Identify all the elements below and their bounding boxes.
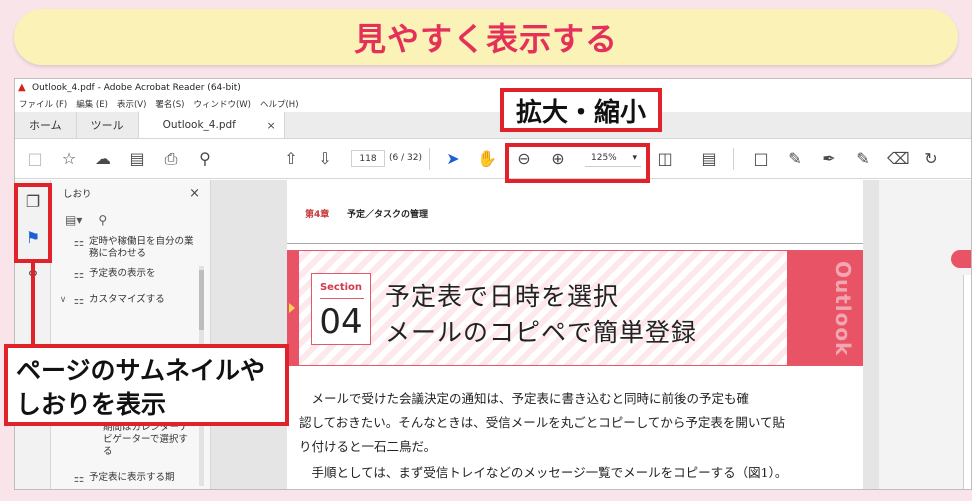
pdf-page: 第4章 予定／タスクの管理 Section 04 予定表で日時を選択 メールのコ… (287, 180, 863, 489)
print-icon[interactable]: ⎙ (161, 150, 181, 168)
tab-document-label: Outlook_4.pdf (162, 119, 236, 131)
page-count: (6 / 32) (389, 153, 422, 163)
close-tab-icon[interactable]: × (266, 119, 275, 132)
save-icon[interactable]: □ (25, 150, 45, 168)
menu-bar: ファイル (F) 編集 (E) 表示(V) 署名(S) ウィンドウ(W) ヘルプ… (15, 96, 971, 112)
menu-edit[interactable]: 編集 (E) (76, 98, 108, 110)
tab-bar: ホーム ツール Outlook_4.pdf × (15, 112, 971, 139)
body-line: 認しておきたい。そんなときは、受信メールを丸ごとコピーしてから予定表を開いて貼 (299, 415, 786, 430)
file-lock-icon[interactable]: ▤ (127, 150, 147, 168)
section-badge: Section 04 (311, 273, 371, 345)
zoom-callout-text: 拡大・縮小 (515, 97, 646, 128)
comment-icon[interactable]: □ (751, 150, 771, 168)
thumbnails-callout-line1: ページのサムネイルや (16, 356, 266, 385)
chevron-down-icon: ▾ (632, 153, 637, 163)
zoom-callout: 拡大・縮小 (500, 88, 662, 132)
bookmark-item[interactable]: ∨ ⚏ カスタマイズする (57, 294, 197, 306)
side-word: Outlook (831, 261, 855, 357)
search-icon[interactable]: ⚲ (195, 150, 215, 168)
rotate-icon[interactable]: ↻ (921, 150, 941, 168)
bookmark-item[interactable]: ⚏ 予定表の表示を (57, 268, 197, 280)
bookmark-flag-icon: ⚏ (73, 235, 85, 249)
zoom-value: 125% (591, 153, 617, 163)
draw-icon[interactable]: ✒ (819, 150, 839, 168)
tab-home[interactable]: ホーム (15, 112, 77, 138)
menu-help[interactable]: ヘルプ(H) (260, 98, 299, 110)
stamp-icon[interactable]: ✎ (853, 150, 873, 168)
page-down-icon[interactable]: ⇩ (315, 150, 335, 168)
page-up-icon[interactable]: ⇧ (281, 150, 301, 168)
bookmark-flag-icon: ⚏ (73, 267, 85, 281)
zoom-select[interactable]: 125% ▾ (585, 150, 641, 167)
body-line: り付けると一石二鳥だ。 (299, 439, 437, 454)
bookmarks-options: ▤▾ ⚲ (51, 206, 210, 234)
title-banner: 見やすく表示する (14, 9, 958, 65)
find-bookmark-icon[interactable]: ⚲ (98, 213, 107, 227)
bookmark-item[interactable]: 期間はカレンダーナビゲーターで選択する (103, 422, 197, 458)
menu-file[interactable]: ファイル (F) (19, 98, 67, 110)
zoom-in-icon[interactable]: ⊕ (548, 150, 568, 168)
bookmarks-header: しおり × (51, 180, 210, 206)
toolbar-divider (429, 148, 430, 170)
bookmark-flag-icon: ⚏ (73, 293, 85, 307)
divider (287, 243, 863, 244)
upload-cloud-icon[interactable]: ☁ (93, 150, 113, 168)
tab-tools[interactable]: ツール (77, 112, 139, 138)
close-icon[interactable]: × (189, 186, 200, 201)
acrobat-window: ▲ Outlook_4.pdf - Adobe Acrobat Reader (… (14, 78, 972, 490)
bookmarks-panel: しおり × ▤▾ ⚲ ⚏ 定時や稼働日を自分の業務に合わせる ⚏ 予定表の表示を… (51, 180, 211, 489)
banner-title: 見やすく表示する (353, 20, 618, 58)
chapter-title: 予定／タスクの管理 (347, 210, 429, 220)
document-area: 第4章 予定／タスクの管理 Section 04 予定表で日時を選択 メールのコ… (211, 180, 971, 489)
body-line: メールで受けた会議決定の通知は、予定表に書き込むと同時に前後の予定も確 (299, 391, 750, 406)
bookmark-item[interactable]: ⚏ 予定表に表示する期 (57, 472, 197, 484)
triangle-marker-icon (289, 303, 295, 313)
highlight-pen-icon[interactable]: ✎ (785, 150, 805, 168)
section-number: 04 (319, 302, 363, 342)
chevron-down-icon[interactable]: ∨ (57, 294, 69, 306)
section-banner: Section 04 予定表で日時を選択 メールのコピペで簡単登録 Outloo… (287, 250, 863, 366)
bookmarks-scroll-thumb[interactable] (199, 270, 204, 330)
section-right-bar: Outlook (787, 251, 863, 365)
toolbar: □ ☆ ☁ ▤ ⎙ ⚲ ⇧ ⇩ 118 (6 / 32) ➤ ✋ ⊖ ⊕ 125… (15, 139, 971, 179)
hand-tool-icon[interactable]: ✋ (477, 150, 497, 168)
section-label: Section (319, 282, 363, 293)
star-icon[interactable]: ☆ (59, 150, 79, 168)
delete-icon[interactable]: ⌫ (887, 150, 910, 168)
read-mode-icon[interactable]: ▤ (699, 150, 719, 168)
callout-connector (31, 262, 35, 344)
thumbnails-callout-line2: しおりを表示 (16, 390, 167, 419)
bookmark-icon[interactable]: ⚑ (23, 228, 43, 248)
window-title: Outlook_4.pdf - Adobe Acrobat Reader (64… (32, 82, 241, 93)
page-number-input[interactable]: 118 (351, 150, 385, 167)
select-cursor-icon[interactable]: ➤ (443, 150, 463, 168)
menu-view[interactable]: 表示(V) (117, 98, 146, 110)
menu-sign[interactable]: 署名(S) (155, 98, 184, 110)
chapter-label: 第4章 (305, 210, 330, 220)
options-menu-icon[interactable]: ▤▾ (65, 213, 82, 227)
tab-document[interactable]: Outlook_4.pdf × (138, 112, 285, 138)
next-page-preview (879, 180, 971, 489)
page-thumbnails-icon[interactable]: ❐ (23, 192, 43, 212)
toolbar-divider (733, 148, 734, 170)
bookmark-item[interactable]: ⚏ 定時や稼働日を自分の業務に合わせる (57, 236, 197, 260)
acrobat-logo-icon: ▲ (18, 82, 26, 93)
zoom-out-icon[interactable]: ⊖ (514, 150, 534, 168)
title-bar: ▲ Outlook_4.pdf - Adobe Acrobat Reader (… (15, 79, 971, 96)
body-line: 手順としては、まず受信トレイなどのメッセージ一覧でメールをコピーする（図1）。 (299, 465, 788, 480)
page-tab-marker (951, 250, 971, 268)
toolbar-divider (647, 148, 648, 170)
section-title-line2: メールのコピペで簡単登録 (385, 318, 698, 347)
fit-page-icon[interactable]: ◫ (655, 150, 675, 168)
menu-window[interactable]: ウィンドウ(W) (193, 98, 251, 110)
thumbnails-callout: ページのサムネイルや しおりを表示 (4, 344, 289, 426)
section-title-line1: 予定表で日時を選択 (385, 282, 620, 311)
bookmarks-title: しおり (63, 189, 92, 200)
bookmark-flag-icon: ⚏ (73, 471, 85, 485)
